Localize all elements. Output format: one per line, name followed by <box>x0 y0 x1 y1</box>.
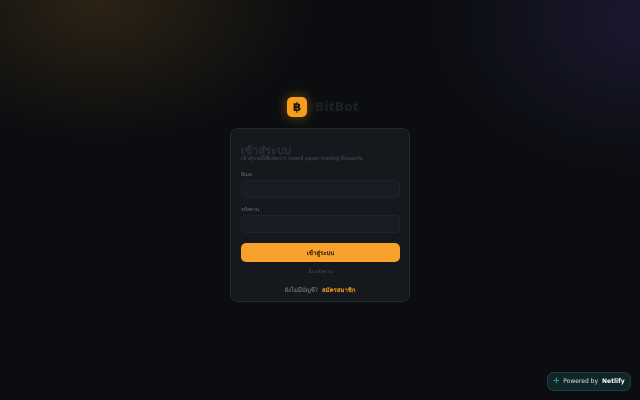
netlify-badge-brand: Netlify <box>602 378 625 385</box>
forgot-password-link[interactable]: ลืมรหัสผ่าน <box>231 268 409 276</box>
netlify-badge-prefix: Powered by <box>563 378 599 385</box>
signup-row: ยังไม่มีบัญชี? สมัครสมาชิก <box>231 285 409 295</box>
signup-prompt: ยังไม่มีบัญชี? <box>284 287 319 294</box>
brand-name: BitBot <box>315 100 359 114</box>
login-button[interactable]: เข้าสู่ระบบ <box>241 243 400 262</box>
brand: ฿ BitBot <box>287 97 359 117</box>
signup-link[interactable]: สมัครสมาชิก <box>322 287 356 294</box>
login-card: เข้าสู่ระบบ เข้าสู่ระบบเพื่อจัดการ กลยุท… <box>230 128 410 302</box>
bitcoin-logo-icon: ฿ <box>287 97 307 117</box>
login-subtitle: เข้าสู่ระบบเพื่อจัดการ กลยุทธ์ paper tra… <box>241 156 363 162</box>
password-label: รหัสผ่าน <box>241 207 260 213</box>
password-field[interactable] <box>241 215 400 233</box>
email-label: อีเมล <box>241 172 253 178</box>
netlify-badge[interactable]: ✢ Powered by Netlify <box>547 372 631 391</box>
email-field[interactable] <box>241 180 400 198</box>
netlify-icon: ✢ <box>553 377 560 385</box>
